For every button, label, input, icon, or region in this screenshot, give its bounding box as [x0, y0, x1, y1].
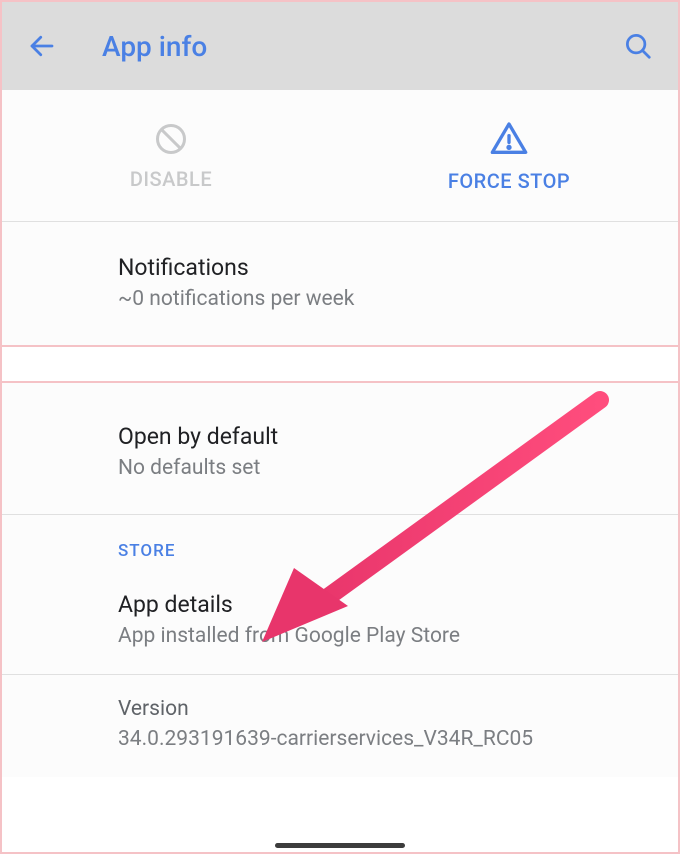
search-icon — [623, 31, 653, 61]
open-by-default-subtitle: No defaults set — [118, 456, 650, 480]
app-details-title: App details — [118, 591, 650, 618]
app-details-item[interactable]: App details App installed from Google Pl… — [2, 561, 678, 675]
app-details-subtitle: App installed from Google Play Store — [118, 624, 650, 648]
force-stop-label: FORCE STOP — [448, 169, 570, 193]
back-button[interactable] — [22, 26, 62, 66]
page-title: App info — [102, 30, 618, 63]
open-by-default-item[interactable]: Open by default No defaults set — [2, 383, 678, 515]
force-stop-button[interactable]: FORCE STOP — [340, 90, 678, 221]
notifications-subtitle: ~0 notifications per week — [118, 287, 650, 311]
disable-button[interactable]: DISABLE — [2, 90, 340, 221]
notifications-title: Notifications — [118, 254, 650, 281]
app-bar: App info — [2, 2, 678, 90]
section-gap — [2, 345, 678, 383]
open-by-default-title: Open by default — [118, 423, 650, 450]
warning-icon — [489, 119, 529, 159]
store-header: STORE — [2, 515, 678, 561]
nav-handle[interactable] — [275, 843, 405, 848]
arrow-back-icon — [27, 31, 57, 61]
disable-label: DISABLE — [130, 167, 212, 191]
disable-icon — [153, 121, 189, 157]
notifications-item[interactable]: Notifications ~0 notifications per week — [2, 222, 678, 345]
version-title: Version — [118, 697, 650, 721]
version-subtitle: 34.0.293191639-carrierservices_V34R_RC05 — [118, 727, 650, 751]
action-row: DISABLE FORCE STOP — [2, 90, 678, 222]
version-item[interactable]: Version 34.0.293191639-carrierservices_V… — [2, 675, 678, 777]
search-button[interactable] — [618, 26, 658, 66]
